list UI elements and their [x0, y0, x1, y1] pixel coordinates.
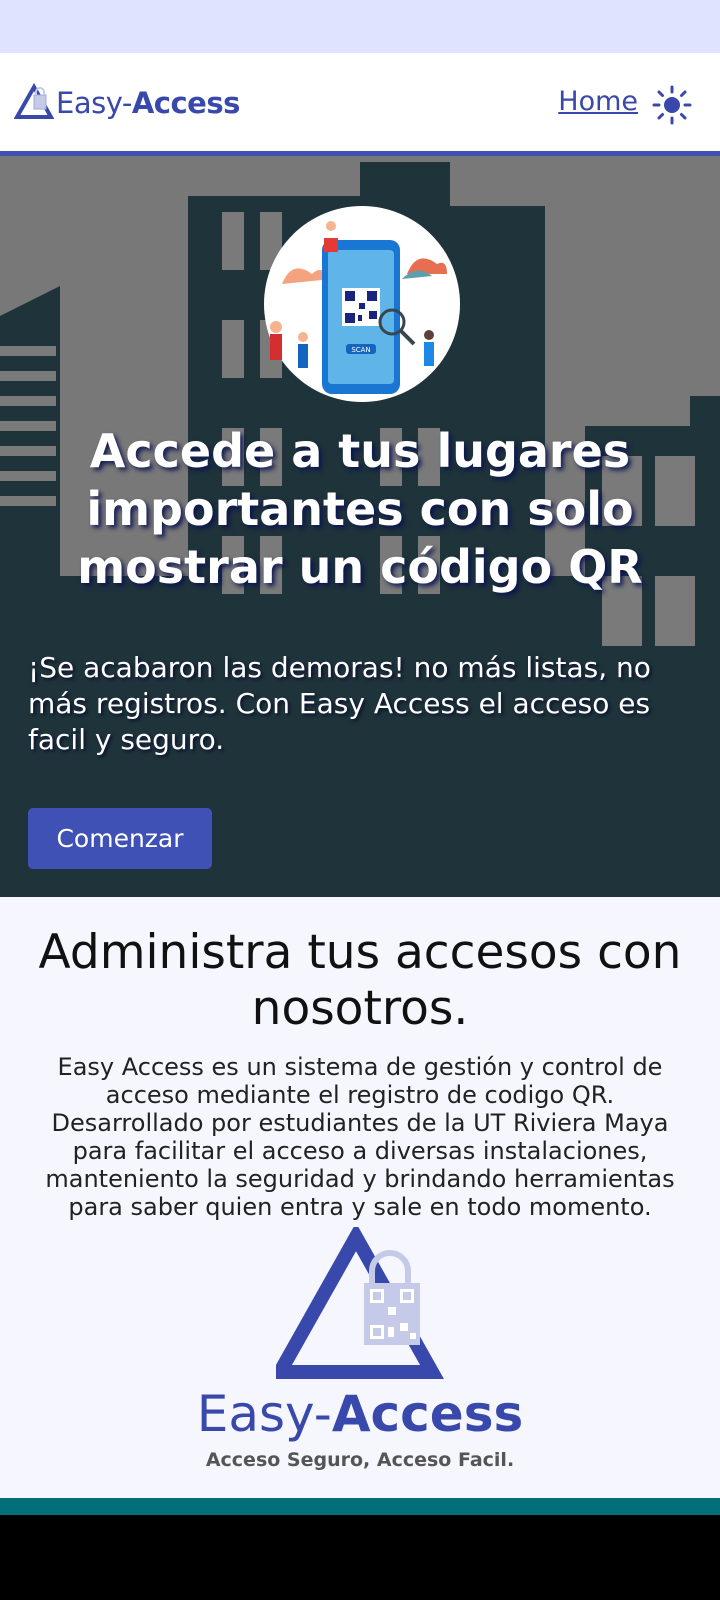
about-description: Easy Access es un sistema de gestión y c… [45, 1053, 675, 1221]
scan-label: SCAN [351, 346, 370, 354]
logo-tagline: Acceso Seguro, Acceso Facil. [205, 1449, 515, 1471]
brand-logo-icon [14, 83, 54, 119]
qr-scan-illustration: SCAN [264, 206, 460, 402]
sun-icon[interactable] [652, 85, 692, 125]
navbar: Easy-Access Home [0, 53, 720, 156]
comenzar-button[interactable]: Comenzar [28, 808, 212, 869]
about-section: Administra tus accesos con nosotros. Eas… [0, 897, 720, 1498]
system-navigation-bar [0, 1515, 720, 1600]
hero-subtitle: ¡Se acabaron las demoras! no más listas,… [28, 651, 651, 756]
about-title: Administra tus accesos con nosotros. [38, 925, 682, 1036]
nav-home-link[interactable]: Home [558, 86, 638, 117]
status-bar [0, 0, 720, 53]
footer-band [0, 1498, 720, 1515]
logo-wordmark: Easy-Access [196, 1385, 524, 1443]
hero-title: Accede a tus lugares importantes con sol… [77, 424, 643, 594]
easy-access-logo [276, 1227, 444, 1379]
brand-link[interactable]: Easy-Access [14, 81, 240, 125]
brand-name: Easy-Access [56, 86, 240, 120]
hero-section: SCAN Accede a tus lugares importantes co… [0, 156, 720, 897]
